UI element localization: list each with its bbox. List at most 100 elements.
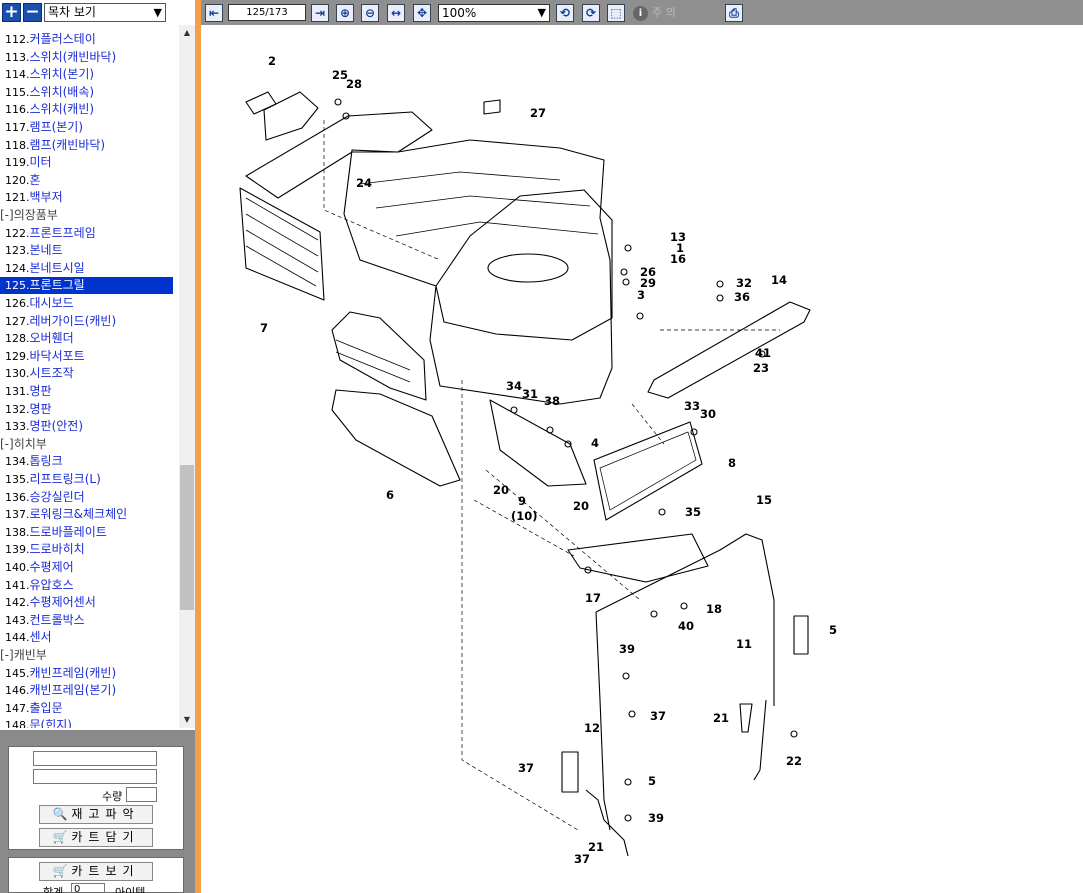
tree-item[interactable]: 112.커플러스테이: [0, 31, 96, 48]
scroll-thumb[interactable]: [180, 465, 194, 610]
callout-label[interactable]: 28: [346, 77, 362, 91]
callout-label[interactable]: 5: [829, 623, 837, 637]
stock-check-button[interactable]: 🔍 재고파악: [39, 805, 153, 824]
tree-item[interactable]: 119.미터: [0, 154, 52, 171]
tree-item[interactable]: 147.출입문: [0, 700, 63, 717]
callout-label[interactable]: 38: [544, 394, 560, 408]
tree-item-link[interactable]: 램프(본기): [30, 120, 84, 134]
tree-item-link[interactable]: 바닥서포트: [30, 349, 85, 363]
tree-item[interactable]: 123.본네트: [0, 242, 63, 259]
tree-item-link[interactable]: 램프(캐빈바닥): [30, 138, 106, 152]
tree-item-link[interactable]: 명판: [30, 384, 52, 398]
zoom-in-icon[interactable]: ⊕: [336, 4, 354, 22]
tree-item[interactable]: 115.스위치(배속): [0, 84, 94, 101]
tree-item-link[interactable]: 유압호스: [30, 578, 74, 592]
tree-item-link[interactable]: 드로바히치: [30, 542, 85, 556]
tree-item-link[interactable]: 백부저: [30, 190, 63, 204]
tree-item-link[interactable]: 톱링크: [30, 454, 63, 468]
tree-item[interactable]: 135.리프트링크(L): [0, 471, 101, 488]
fit-width-icon[interactable]: ↔: [387, 4, 405, 22]
tree-item[interactable]: 139.드로바히치: [0, 541, 85, 558]
callout-label[interactable]: 37: [574, 852, 590, 866]
callout-label[interactable]: 23: [753, 361, 769, 375]
callout-label[interactable]: 5: [648, 774, 656, 788]
callout-label[interactable]: 37: [650, 709, 666, 723]
callout-label[interactable]: 17: [585, 591, 601, 605]
caution-info[interactable]: i주 의: [633, 4, 717, 22]
fit-page-icon[interactable]: ✥: [413, 4, 431, 22]
callout-label[interactable]: 22: [786, 754, 802, 768]
next-page-icon[interactable]: ⇥: [311, 4, 329, 22]
tree-item-link[interactable]: 캐빈프레임(캐빈): [30, 666, 117, 680]
tree-item-link[interactable]: 스위치(본기): [30, 67, 95, 81]
callout-label[interactable]: 24: [356, 176, 372, 190]
tree-item[interactable]: 137.로워링크&체크체인: [0, 506, 127, 523]
tree-item-link[interactable]: 수평제어센서: [30, 595, 96, 609]
collapse-all-button[interactable]: −: [23, 3, 42, 22]
tree-item-selected[interactable]: 125.프론트그릴: [0, 277, 173, 295]
callout-label[interactable]: 21: [713, 711, 729, 725]
callout-label[interactable]: 14: [771, 273, 787, 287]
tree-item[interactable]: 141.유압호스: [0, 577, 74, 594]
tree-item[interactable]: 113.스위치(캐빈바닥): [0, 49, 116, 66]
tree-item[interactable]: 136.승강실린더: [0, 489, 85, 506]
tree-item-link[interactable]: 로워링크&체크체인: [30, 507, 128, 521]
callout-label[interactable]: 9: [518, 494, 526, 508]
callout-label[interactable]: 40: [678, 619, 694, 633]
tree-item[interactable]: 131.명판: [0, 383, 52, 400]
callout-label[interactable]: 35: [685, 505, 701, 519]
tree-item-link[interactable]: 스위치(캐빈바닥): [30, 50, 117, 64]
tree-item[interactable]: 145.캐빈프레임(캐빈): [0, 665, 116, 682]
callout-label[interactable]: 32: [736, 276, 752, 290]
tree-item[interactable]: 133.명판(안전): [0, 418, 83, 435]
rotate-left-icon[interactable]: ⟲: [556, 4, 574, 22]
tree-item-link[interactable]: 오버휀더: [30, 331, 74, 345]
tree-item[interactable]: 143.컨트롤박스: [0, 612, 85, 629]
callout-label[interactable]: 3: [637, 288, 645, 302]
scroll-down-icon[interactable]: ▼: [179, 712, 195, 728]
tree-item-link[interactable]: 대시보드: [30, 296, 74, 310]
part-number-field[interactable]: [33, 751, 157, 766]
tree-item-link[interactable]: 커플러스테이: [30, 32, 96, 46]
tree-item[interactable]: 129.바닥서포트: [0, 348, 85, 365]
tree-item[interactable]: 124.본네트시일: [0, 260, 85, 277]
tree-item-link[interactable]: 본네트시일: [30, 261, 85, 275]
tree-item-link[interactable]: 드로바플레이트: [30, 525, 107, 539]
tree-item[interactable]: 122.프론트프레임: [0, 225, 96, 242]
tree-item-link[interactable]: 레버가이드(캐빈): [30, 314, 117, 328]
toc-view-select[interactable]: 목차 보기 ▼: [44, 3, 166, 22]
tree-item[interactable]: 132.명판: [0, 401, 52, 418]
print-icon[interactable]: ⎙: [725, 4, 743, 22]
callout-label[interactable]: 27: [530, 106, 546, 120]
tree-item[interactable]: 127.레버가이드(캐빈): [0, 313, 116, 330]
callout-label[interactable]: 7: [260, 321, 268, 335]
callout-label[interactable]: 39: [619, 642, 635, 656]
tree-item[interactable]: 121.백부저: [0, 189, 63, 206]
tree-item-link[interactable]: 스위치(캐빈): [30, 102, 95, 116]
tree-item-link[interactable]: 출입문: [30, 701, 63, 715]
page-number-field[interactable]: 125/173: [228, 4, 306, 21]
callout-label[interactable]: 20: [573, 499, 589, 513]
callout-label[interactable]: 21: [588, 840, 604, 854]
tree-item-link[interactable]: 문(힌지): [30, 718, 72, 728]
callout-label[interactable]: 37: [518, 761, 534, 775]
tree-group[interactable]: [-]캐빈부: [0, 647, 47, 664]
callout-label[interactable]: 11: [736, 637, 752, 651]
callout-label[interactable]: 20: [493, 483, 509, 497]
callout-label[interactable]: 33: [684, 399, 700, 413]
tree-item-link[interactable]: 승강실린더: [30, 490, 85, 504]
first-page-icon[interactable]: ⇤: [205, 4, 223, 22]
tree-item-link[interactable]: 센서: [30, 630, 52, 644]
callout-label[interactable]: 30: [700, 407, 716, 421]
callout-label[interactable]: 18: [706, 602, 722, 616]
tree-item-link[interactable]: 캐빈프레임(본기): [30, 683, 117, 697]
tree-item-link[interactable]: 스위치(배속): [30, 85, 95, 99]
expand-all-button[interactable]: +: [2, 3, 21, 22]
callout-label[interactable]: 12: [584, 721, 600, 735]
zoom-select[interactable]: 100% ▼: [438, 4, 550, 22]
tree-item[interactable]: 130.시트조작: [0, 365, 74, 382]
callout-label[interactable]: 34: [506, 379, 522, 393]
tree-item-link[interactable]: 프론트그릴: [30, 278, 85, 292]
tree-item[interactable]: 114.스위치(본기): [0, 66, 94, 83]
tree-item-link[interactable]: 혼: [30, 173, 41, 187]
